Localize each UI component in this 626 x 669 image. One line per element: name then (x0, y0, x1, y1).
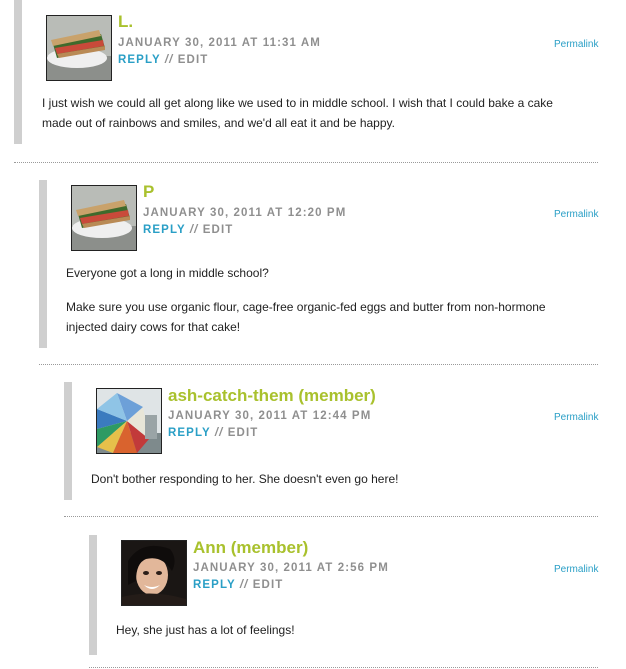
person-avatar-image (122, 541, 186, 605)
comment-4: Ann (member) JANUARY 30, 2011 AT 2:56 PM… (0, 0, 626, 669)
comment-date: JANUARY 30, 2011 AT 2:56 PM (193, 562, 389, 574)
comment-body: Hey, she just has a lot of feelings! (116, 620, 586, 650)
comment-author[interactable]: Ann (member) (193, 538, 308, 558)
action-separator: // (239, 579, 249, 591)
avatar[interactable] (121, 540, 187, 606)
edit-link[interactable]: EDIT (253, 579, 284, 591)
reply-link[interactable]: REPLY (193, 579, 236, 591)
comment-actions: REPLY // EDIT (193, 579, 283, 591)
thread-bar (89, 535, 97, 655)
comment-paragraph: Hey, she just has a lot of feelings! (116, 623, 295, 637)
comment-divider (89, 667, 598, 668)
permalink[interactable]: Permalink (554, 564, 598, 575)
